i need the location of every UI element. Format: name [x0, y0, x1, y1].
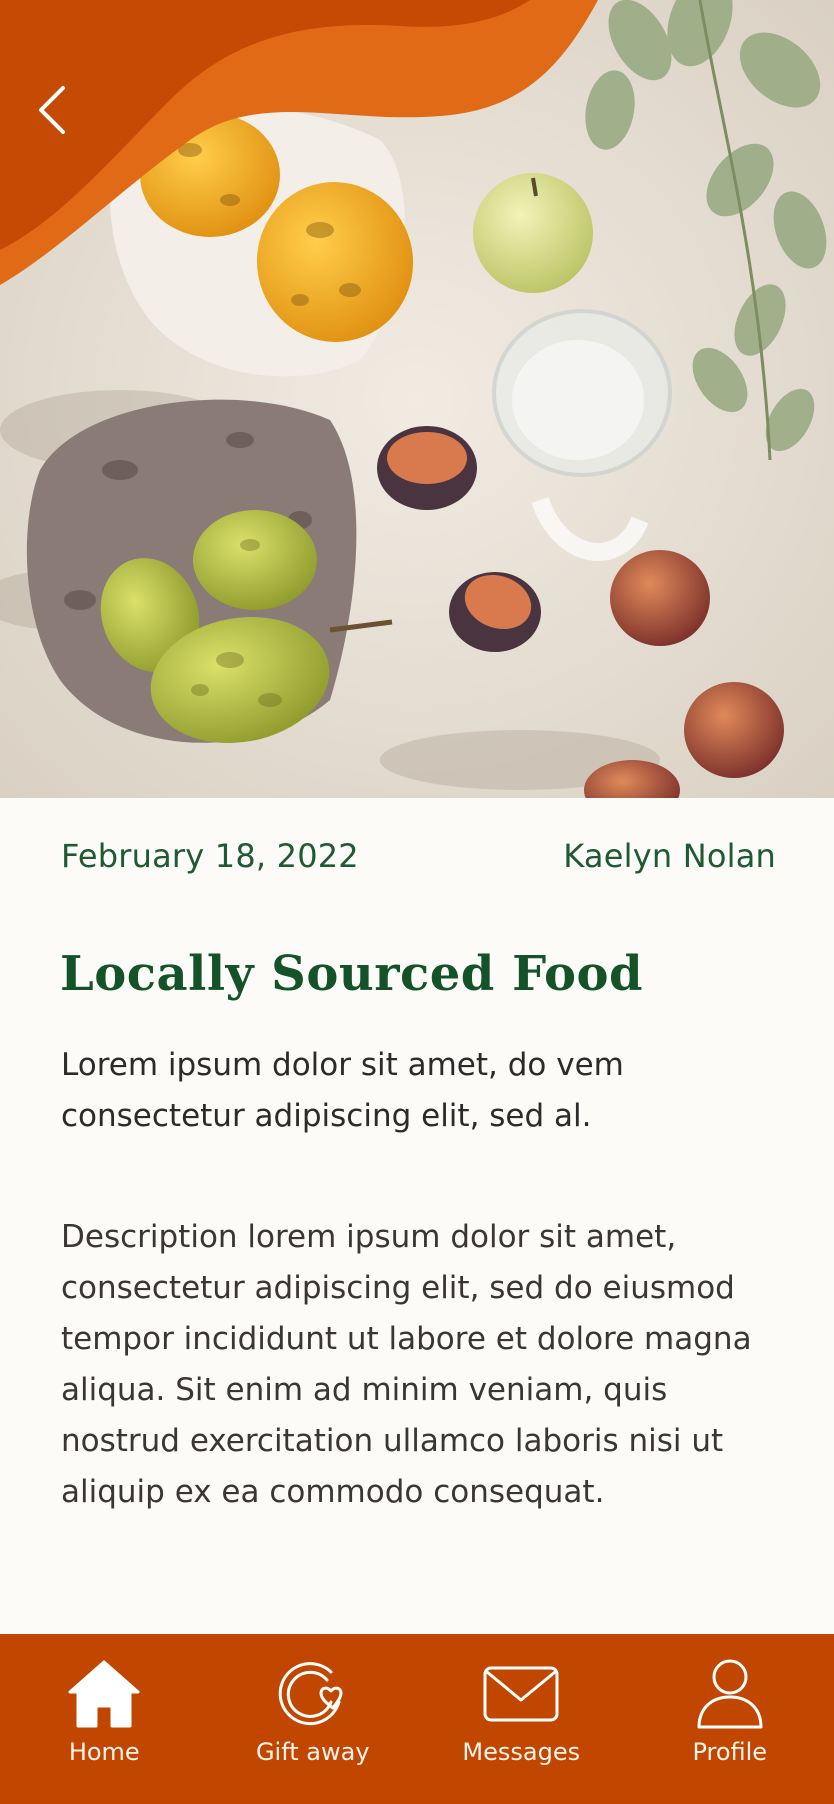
nav-gift-away-label: Gift away: [255, 1738, 370, 1766]
bottom-nav: Home Gift away Messages Profile: [0, 1634, 834, 1804]
nav-messages[interactable]: Messages: [417, 1634, 626, 1804]
article-description: Description lorem ipsum dolor sit amet, …: [61, 1219, 752, 1510]
nav-home-label: Home: [68, 1738, 140, 1766]
mail-icon: [483, 1666, 559, 1722]
article-meta: February 18, 2022 Kaelyn Nolan: [61, 832, 776, 880]
fruit-picnic-photo: [0, 0, 834, 798]
profile-icon: [697, 1659, 763, 1729]
article-date: February 18, 2022: [61, 837, 359, 875]
nav-messages-label: Messages: [462, 1738, 581, 1766]
article-title: Locally Sourced Food: [60, 946, 644, 1002]
chevron-left-icon: [39, 86, 65, 134]
hero-image: [0, 0, 834, 798]
home-icon: [68, 1660, 140, 1728]
nav-profile[interactable]: Profile: [626, 1634, 834, 1804]
nav-home[interactable]: Home: [0, 1634, 209, 1804]
gift-heart-icon: [278, 1662, 343, 1726]
article-author: Kaelyn Nolan: [563, 837, 776, 875]
nav-profile-label: Profile: [692, 1738, 768, 1766]
back-button[interactable]: [22, 72, 82, 148]
nav-gift-away[interactable]: Gift away: [209, 1634, 418, 1804]
article-subtitle: Lorem ipsum dolor sit amet, do vem conse…: [61, 1047, 624, 1134]
